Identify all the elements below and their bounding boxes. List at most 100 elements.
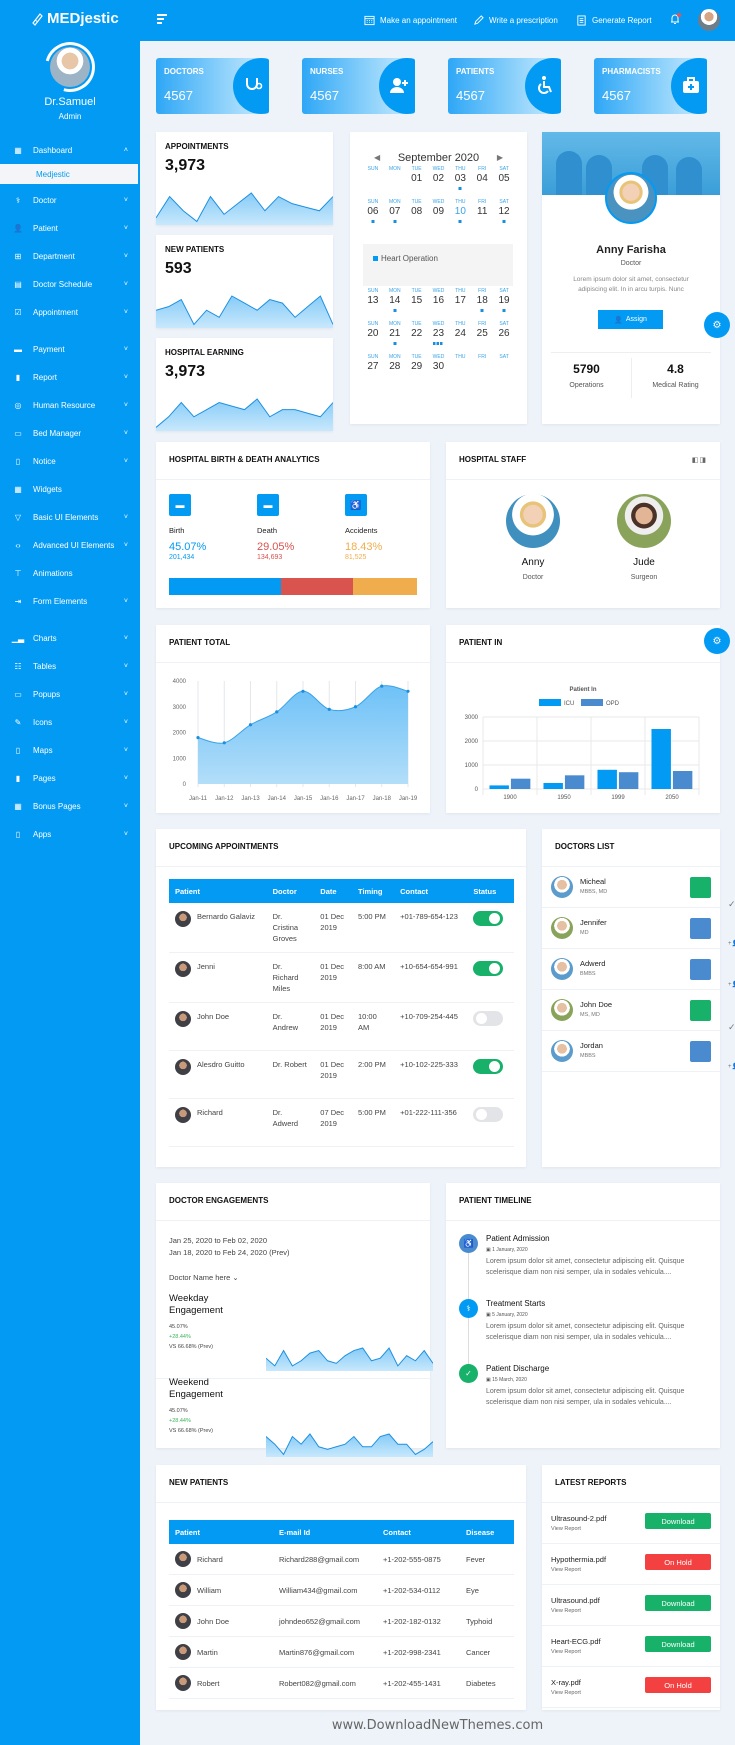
sidebar-item-notice[interactable]: ▯ Notice ˅ xyxy=(0,447,140,475)
cell-email[interactable]: Richard288@gmail.com xyxy=(273,1544,377,1575)
sidebar-item-maps[interactable]: ▯ Maps ˅ xyxy=(0,736,140,764)
bar-icu[interactable] xyxy=(651,729,671,789)
calendar-day[interactable]: 07 xyxy=(384,205,406,225)
status-toggle[interactable] xyxy=(473,1059,504,1074)
list-item[interactable]: Jordan MBBS +👤 xyxy=(542,1031,735,1072)
calendar-day[interactable]: 29 xyxy=(406,360,428,380)
add-doctor-button[interactable]: +👤 xyxy=(690,1041,735,1070)
bar-icu[interactable] xyxy=(543,783,563,789)
calendar-day[interactable]: 22 xyxy=(406,327,428,347)
sidebar-item-tables[interactable]: ☷ Tables ˅ xyxy=(0,652,140,680)
brand-logo[interactable]: MEDjestic xyxy=(30,10,119,27)
calendar-day[interactable]: 23 xyxy=(428,327,450,347)
view-report-link[interactable]: View Report xyxy=(551,1567,581,1573)
sidebar-item-widgets[interactable]: ▦ Widgets xyxy=(0,475,140,503)
column-header[interactable]: Status xyxy=(467,879,514,903)
calendar-day[interactable]: 01 xyxy=(406,172,428,192)
calendar-day[interactable]: 21 xyxy=(384,327,406,347)
list-item[interactable]: Jennifer MD +👤 xyxy=(542,908,735,949)
calendar-day[interactable]: 10 xyxy=(449,205,471,225)
approve-button[interactable]: ✓ xyxy=(690,1000,735,1032)
sidebar-item-icons[interactable]: ✎ Icons ˅ xyxy=(0,708,140,736)
status-toggle[interactable] xyxy=(473,1107,504,1122)
calendar-day[interactable]: 16 xyxy=(428,294,450,314)
table-row[interactable]: John Doe johndeo652@gmail.com +1-202-182-0… xyxy=(169,1605,514,1637)
calendar-day[interactable]: 26 xyxy=(493,327,515,347)
sidebar-item-patient[interactable]: 👤 Patient ˅ xyxy=(0,214,140,242)
bar-opd[interactable] xyxy=(618,772,639,789)
sidebar-item-form-elements[interactable]: ⇥ Form Elements ˅ xyxy=(0,587,140,615)
list-item[interactable]: John Doe MS, MD ✓ xyxy=(542,990,735,1032)
table-row[interactable]: Alesdro Guitto Dr. Robert 01 Dec 2019 2:00 … xyxy=(169,1050,514,1099)
calendar-day[interactable]: 17 xyxy=(449,294,471,314)
status-toggle[interactable] xyxy=(473,1011,504,1026)
table-row[interactable]: Bernardo Galaviz Dr. Cristina Groves 01 De… xyxy=(169,903,514,953)
data-point[interactable] xyxy=(275,710,279,714)
sidebar-item-payment[interactable]: ▬ Payment ˅ xyxy=(0,335,140,363)
on-hold-button[interactable]: On Hold xyxy=(645,1554,711,1570)
settings-fab-icon[interactable]: ⚙ xyxy=(704,628,730,654)
calendar-day[interactable]: 27 xyxy=(362,360,384,380)
on-hold-button[interactable]: On Hold xyxy=(645,1677,711,1693)
report-filename[interactable]: Hypothermia.pdf xyxy=(551,1555,606,1564)
table-row[interactable]: Richard Richard288@gmail.com +1-202-555-08… xyxy=(169,1544,514,1575)
sidebar-item-department[interactable]: ⊞ Department ˅ xyxy=(0,242,140,270)
column-header[interactable]: Date xyxy=(314,879,352,903)
stat-card-pharmacists[interactable]: PHARMACISTS 4567 xyxy=(594,58,707,114)
table-row[interactable]: Martin Martin876@gmail.com +1-202-998-2341… xyxy=(169,1636,514,1668)
view-report-link[interactable]: View Report xyxy=(551,1526,581,1532)
status-toggle[interactable] xyxy=(473,961,504,976)
user-avatar[interactable] xyxy=(698,9,720,31)
carousel-nav-icon[interactable]: ◧◨ xyxy=(692,456,707,464)
calendar-day[interactable]: 06 xyxy=(362,205,384,225)
column-header[interactable]: Contact xyxy=(394,879,468,903)
calendar-day[interactable]: 09 xyxy=(428,205,450,225)
report-filename[interactable]: Ultrasound-2.pdf xyxy=(551,1514,606,1523)
list-item[interactable]: Adwerd BMBS +👤 xyxy=(542,949,735,990)
column-header[interactable]: E-mail Id xyxy=(273,1520,377,1544)
download-button[interactable]: Download xyxy=(645,1595,711,1611)
sidebar-item-popups[interactable]: ▭ Popups ˅ xyxy=(0,680,140,708)
table-row[interactable]: John Doe Dr. Andrew 01 Dec 2019 10:00 AM +10… xyxy=(169,1002,514,1051)
sidebar-item-report[interactable]: ▮ Report ˅ xyxy=(0,363,140,391)
download-button[interactable]: Download xyxy=(645,1513,711,1529)
sidebar-item-doctor-schedule[interactable]: ▤ Doctor Schedule ˅ xyxy=(0,270,140,298)
sidebar-item-bed-manager[interactable]: ▭ Bed Manager ˅ xyxy=(0,419,140,447)
cell-email[interactable]: Martin876@gmail.com xyxy=(273,1636,377,1668)
sidebar-item-charts[interactable]: ▁▃ Charts ˅ xyxy=(0,624,140,652)
report-filename[interactable]: Ultrasound.pdf xyxy=(551,1596,600,1605)
sidebar-item-dashboard[interactable]: ▦ Dashboard ˄ xyxy=(0,136,140,164)
sidebar-item-appointment[interactable]: ☑ Appointment ˅ xyxy=(0,298,140,326)
calendar-day[interactable]: 14 xyxy=(384,294,406,314)
calendar-day[interactable]: 25 xyxy=(471,327,493,347)
table-row[interactable]: Jenni Dr. Richard Miles 01 Dec 2019 8:00 AM… xyxy=(169,952,514,1003)
column-header[interactable]: Doctor xyxy=(266,879,315,903)
column-header[interactable]: Disease xyxy=(460,1520,514,1544)
stat-card-patients[interactable]: PATIENTS 4567 xyxy=(448,58,561,114)
calendar-day[interactable]: 12 xyxy=(493,205,515,225)
bar-icu[interactable] xyxy=(597,769,617,789)
sidebar-item-bonus-pages[interactable]: ▦ Bonus Pages ˅ xyxy=(0,792,140,820)
sidebar-item-animations[interactable]: ⊤ Animations xyxy=(0,559,140,587)
approve-button[interactable]: ✓ xyxy=(690,877,735,909)
sidebar-item-doctor[interactable]: ⚕ Doctor ˅ xyxy=(0,186,140,214)
view-report-link[interactable]: View Report xyxy=(551,1649,581,1655)
doctor-select-dropdown[interactable]: Doctor Name here ⌄ xyxy=(169,1273,239,1282)
column-header[interactable]: Contact xyxy=(377,1520,460,1544)
data-point[interactable] xyxy=(248,723,253,727)
sidebar-item-apps[interactable]: ▯ Apps ˅ xyxy=(0,820,140,848)
calendar-day[interactable]: 18 xyxy=(471,294,493,314)
report-filename[interactable]: X-ray.pdf xyxy=(551,1678,581,1687)
view-report-link[interactable]: View Report xyxy=(551,1690,581,1696)
profile-avatar[interactable] xyxy=(50,47,90,87)
staff-member[interactable]: Anny Doctor xyxy=(483,494,583,581)
data-point[interactable] xyxy=(327,707,331,711)
data-point[interactable] xyxy=(301,689,305,693)
sidebar-item-human-resource[interactable]: ◎ Human Resource ˅ xyxy=(0,391,140,419)
cell-email[interactable]: William434@gmail.com xyxy=(273,1574,377,1606)
calendar-day[interactable]: 02 xyxy=(428,172,450,192)
calendar-day[interactable]: 04 xyxy=(471,172,493,192)
calendar-day[interactable]: 15 xyxy=(406,294,428,314)
assign-button[interactable]: 👤 Assign xyxy=(598,310,663,329)
calendar-day[interactable]: 30 xyxy=(428,360,450,380)
